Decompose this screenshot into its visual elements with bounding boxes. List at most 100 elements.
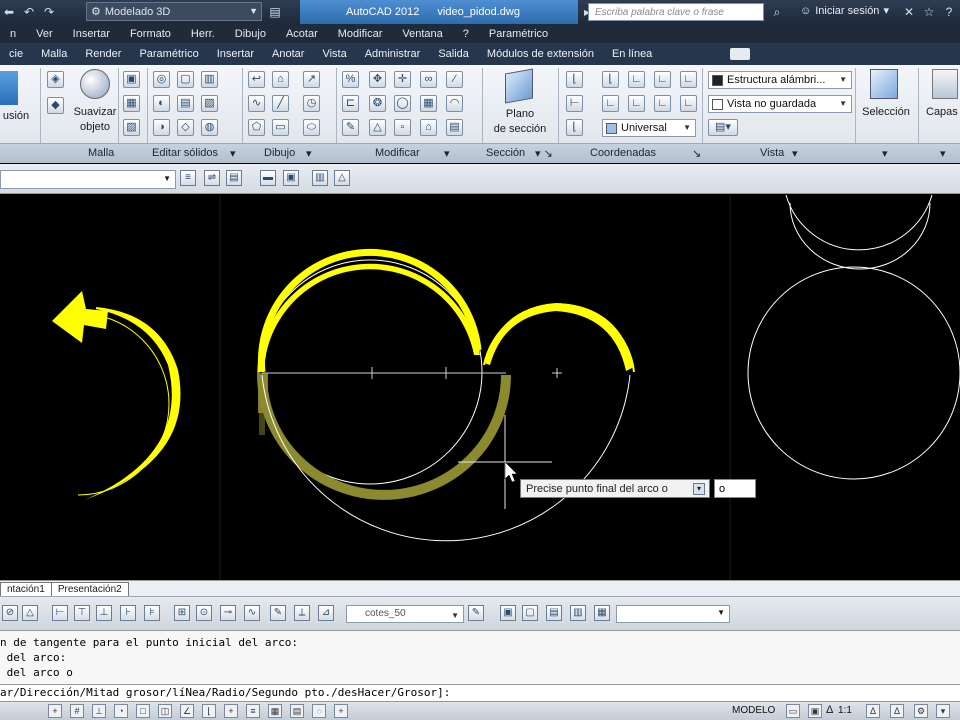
slice-icon[interactable]: ▥ bbox=[201, 71, 218, 88]
rotate-icon[interactable]: ◯ bbox=[394, 95, 411, 112]
fillet-icon[interactable]: ⊏ bbox=[342, 95, 359, 112]
ribbon-tab[interactable]: Malla bbox=[32, 48, 76, 60]
dim-jogged-icon[interactable]: ∿ bbox=[244, 605, 260, 621]
ucs-object-icon[interactable]: ∟ bbox=[628, 95, 645, 112]
panel-title-edit-solids[interactable]: Editar sólidos bbox=[152, 147, 218, 159]
ucs-origin-icon[interactable]: ⌊ bbox=[602, 71, 619, 88]
mesh-smooth-icon[interactable]: ◆ bbox=[47, 97, 64, 114]
pen-icon[interactable]: ✎ bbox=[342, 119, 359, 136]
arc-large[interactable] bbox=[261, 374, 631, 542]
dim-style-icon[interactable]: ✎ bbox=[468, 605, 484, 621]
model-space-toggle[interactable]: MODELO bbox=[732, 705, 775, 716]
menu-item[interactable]: Ver bbox=[26, 28, 63, 40]
extrude-icon[interactable] bbox=[0, 71, 18, 105]
polygon-icon[interactable]: ⬠ bbox=[248, 119, 265, 136]
intersect-icon[interactable]: ◑ bbox=[153, 119, 170, 136]
line-icon[interactable]: ╱ bbox=[272, 95, 289, 112]
ribbon-tab[interactable]: Salida bbox=[429, 48, 478, 60]
exchange-icon[interactable]: ✕ bbox=[902, 5, 916, 19]
ucs-3point-icon[interactable]: ∟ bbox=[680, 95, 697, 112]
ucs-view-icon[interactable]: ∟ bbox=[602, 95, 619, 112]
command-input[interactable]: ar/Dirección/Mitad grosor/líNea/Radio/Se… bbox=[0, 684, 960, 701]
dim-continue-icon[interactable]: ⊥ bbox=[96, 605, 112, 621]
selection-cycling-icon[interactable]: ◌ bbox=[312, 704, 326, 718]
help-icon[interactable]: ? bbox=[942, 5, 956, 19]
ucs-world-icon[interactable]: ⊢ bbox=[566, 95, 583, 112]
lock-icon[interactable]: ▾ bbox=[936, 704, 950, 718]
auto-scale-icon[interactable]: Δ bbox=[890, 704, 904, 718]
subtract-icon[interactable]: ◐ bbox=[153, 95, 170, 112]
annotation-scale-icon[interactable]: Δ bbox=[826, 704, 833, 716]
publish-icon[interactable]: ▤ bbox=[268, 5, 282, 19]
ribbon-tab[interactable]: Módulos de extensión bbox=[478, 48, 603, 60]
offset-icon[interactable]: % bbox=[342, 71, 359, 88]
chevron-down-icon[interactable]: ▾ bbox=[444, 147, 450, 160]
ucs-combo[interactable]: Universal ▼ bbox=[602, 119, 696, 137]
3d-move-icon[interactable]: ✥ bbox=[369, 71, 386, 88]
split-face-icon[interactable]: ▨ bbox=[123, 119, 140, 136]
menu-item[interactable]: Formato bbox=[120, 28, 181, 40]
text-style-combo[interactable]: cotes_50 ▼ bbox=[346, 605, 464, 623]
quick-view-layouts-icon[interactable]: ▭ bbox=[786, 704, 800, 718]
view-toolbar-icon-5[interactable]: ▦ bbox=[594, 605, 610, 621]
dim-update-icon[interactable]: ⊿ bbox=[318, 605, 334, 621]
polyline-icon[interactable]: ↩ bbox=[248, 71, 265, 88]
ucs-y-icon[interactable]: ∟ bbox=[654, 71, 671, 88]
view-toolbar-icon-4[interactable]: ▥ bbox=[570, 605, 586, 621]
ribbon-minimize-icon[interactable] bbox=[730, 48, 750, 60]
dim-tolerance-icon[interactable]: ⊞ bbox=[174, 605, 190, 621]
chevron-down-icon[interactable]: ▾ bbox=[940, 147, 946, 160]
ribbon-tab[interactable]: Administrar bbox=[356, 48, 430, 60]
extract-edges-icon[interactable]: ▢ bbox=[177, 71, 194, 88]
tab-layout1[interactable]: ntación1 bbox=[0, 582, 52, 596]
drawing-area[interactable] bbox=[0, 195, 960, 580]
mirror-icon[interactable]: △ bbox=[369, 119, 386, 136]
panel-title-view[interactable]: Vista bbox=[760, 147, 784, 159]
layer-combo[interactable]: ▼ bbox=[0, 170, 176, 189]
array-icon[interactable]: ▦ bbox=[420, 95, 437, 112]
chevron-down-icon[interactable]: ▾ ↘ bbox=[535, 147, 553, 160]
align-icon[interactable]: ∞ bbox=[420, 71, 437, 88]
layer-state-icon[interactable]: ⇌ bbox=[204, 170, 220, 186]
layer-properties-icon[interactable]: ≡ bbox=[180, 170, 196, 186]
3d-rotate-icon[interactable]: ❂ bbox=[369, 95, 386, 112]
workspace-select[interactable]: ⚙ Modelado 3D ▼ bbox=[86, 2, 262, 21]
angular-icon[interactable]: △ bbox=[22, 605, 38, 621]
menu-item[interactable]: n bbox=[0, 28, 26, 40]
move-icon[interactable]: ✛ bbox=[394, 71, 411, 88]
stretch-icon[interactable]: ⌂ bbox=[420, 119, 437, 136]
annotation-visibility-icon[interactable]: Δ bbox=[866, 704, 880, 718]
panel-title-modify[interactable]: Modificar bbox=[375, 147, 420, 159]
transparency-icon[interactable]: ▦ bbox=[268, 704, 282, 718]
circle-right-large[interactable] bbox=[747, 266, 960, 480]
no-icon[interactable]: ⊘ bbox=[2, 605, 18, 621]
chevron-down-icon[interactable]: ▾ bbox=[882, 147, 888, 160]
options-down-icon[interactable]: ▾ bbox=[693, 483, 705, 495]
view-combo[interactable]: ▼ bbox=[616, 605, 730, 623]
menu-item[interactable]: Insertar bbox=[63, 28, 120, 40]
dim-text-edit-icon[interactable]: ⟂ bbox=[294, 605, 310, 621]
dialog-launcher-icon[interactable]: ↘ bbox=[692, 147, 701, 160]
ucs-icon[interactable]: ⌊ bbox=[566, 71, 583, 88]
quick-props-icon[interactable]: ▤ bbox=[290, 704, 304, 718]
undo-icon[interactable]: ↶ bbox=[22, 5, 36, 19]
smooth-object-icon[interactable] bbox=[80, 69, 110, 99]
ducs-icon[interactable]: ⌊ bbox=[202, 704, 216, 718]
3dpoly-icon[interactable]: ⌂ bbox=[272, 71, 289, 88]
tab-layout2[interactable]: Presentación2 bbox=[50, 582, 129, 596]
ribbon-tab[interactable]: Vista bbox=[313, 48, 355, 60]
dim-ordinate-icon[interactable]: ⊦ bbox=[120, 605, 136, 621]
layer-isolate-icon[interactable]: ▣ bbox=[283, 170, 299, 186]
shell-icon[interactable]: ◍ bbox=[201, 119, 218, 136]
trim-icon[interactable]: ⁄ bbox=[446, 71, 463, 88]
selection-cube-icon[interactable] bbox=[870, 69, 898, 99]
named-view-combo[interactable]: Vista no guardada ▼ bbox=[708, 95, 852, 113]
layer-lock-icon[interactable]: △ bbox=[334, 170, 350, 186]
thicken-icon[interactable]: ▧ bbox=[201, 95, 218, 112]
view-toolbar-icon-3[interactable]: ▤ bbox=[546, 605, 562, 621]
ribbon-tab[interactable]: Anotar bbox=[263, 48, 313, 60]
rectangle-icon[interactable]: ▭ bbox=[272, 119, 289, 136]
break-icon[interactable]: ◠ bbox=[446, 95, 463, 112]
dyn-icon[interactable]: + bbox=[224, 704, 238, 718]
match-layer-icon[interactable]: ▬ bbox=[260, 170, 276, 186]
